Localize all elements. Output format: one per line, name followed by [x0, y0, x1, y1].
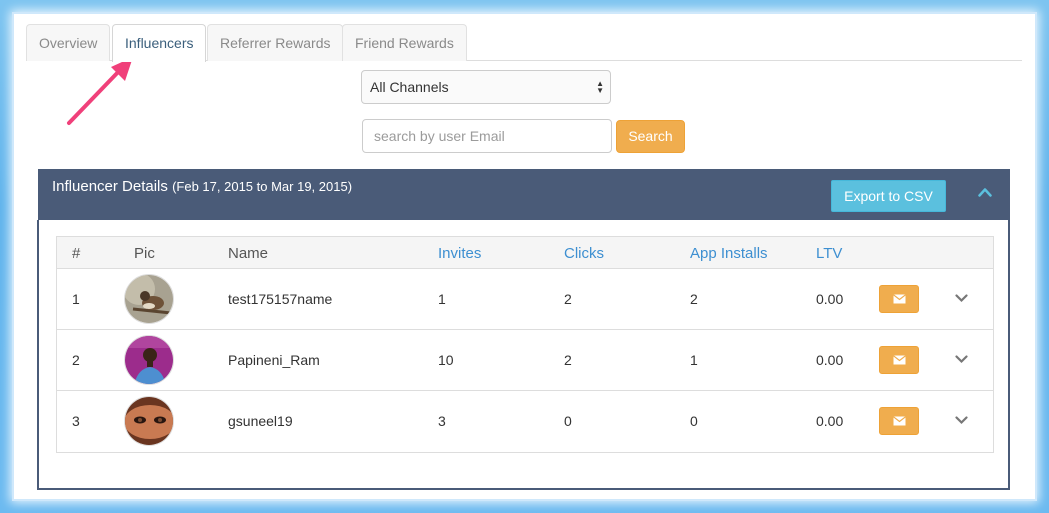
row-name: Papineni_Ram	[228, 352, 320, 368]
select-caret-icon: ▲ ▼	[596, 79, 604, 95]
avatar	[124, 274, 174, 324]
export-csv-button[interactable]: Export to CSV	[831, 180, 946, 212]
row-name: gsuneel19	[228, 413, 293, 429]
email-button[interactable]	[879, 407, 919, 435]
row-ltv: 0.00	[816, 352, 844, 368]
row-app-installs: 1	[690, 352, 698, 368]
row-ltv: 0.00	[816, 291, 844, 307]
email-button[interactable]	[879, 285, 919, 313]
col-header-clicks[interactable]: Clicks	[564, 245, 604, 262]
email-button[interactable]	[879, 346, 919, 374]
tab-bar: Overview Influencers Referrer Rewards Fr…	[26, 24, 1022, 62]
envelope-icon	[893, 416, 906, 426]
email-search-input[interactable]	[362, 119, 612, 153]
table-row: 3 gsuneel19 3 0 0 0.00	[57, 391, 993, 452]
row-app-installs: 0	[690, 413, 698, 429]
tab-referrer-rewards[interactable]: Referrer Rewards	[207, 24, 344, 61]
envelope-icon	[893, 294, 906, 304]
row-ltv: 0.00	[816, 413, 844, 429]
row-invites: 3	[438, 413, 446, 429]
collapse-chevron-up-icon[interactable]	[978, 187, 992, 197]
influencer-table: # Pic Name Invites Clicks App Installs L…	[56, 236, 994, 453]
panel-title: Influencer Details (Feb 17, 2015 to Mar …	[52, 178, 352, 195]
avatar	[124, 335, 174, 385]
chevron-down-icon[interactable]	[955, 294, 968, 303]
chevron-down-icon[interactable]	[955, 416, 968, 425]
influencer-panel-header: Influencer Details (Feb 17, 2015 to Mar …	[38, 169, 1010, 220]
app-window: Overview Influencers Referrer Rewards Fr…	[14, 14, 1035, 499]
panel-title-text: Influencer Details	[52, 178, 168, 195]
avatar	[124, 396, 174, 446]
chevron-down-icon[interactable]	[955, 355, 968, 364]
row-clicks: 0	[564, 413, 572, 429]
row-clicks: 2	[564, 291, 572, 307]
table-header: # Pic Name Invites Clicks App Installs L…	[57, 237, 993, 269]
row-app-installs: 2	[690, 291, 698, 307]
annotation-arrow	[67, 57, 133, 125]
envelope-icon	[893, 355, 906, 365]
row-invites: 1	[438, 291, 446, 307]
tab-friend-rewards[interactable]: Friend Rewards	[342, 24, 467, 61]
col-header-number: #	[72, 245, 81, 262]
row-number: 2	[72, 352, 80, 368]
channel-select-value: All Channels	[370, 79, 449, 95]
row-name: test175157name	[228, 291, 333, 307]
row-clicks: 2	[564, 352, 572, 368]
row-number: 3	[72, 413, 80, 429]
col-header-pic: Pic	[134, 245, 155, 262]
table-row: 1 test175157name 1 2 2 0.00	[57, 269, 993, 330]
search-button[interactable]: Search	[616, 120, 685, 153]
col-header-app-installs[interactable]: App Installs	[690, 245, 768, 262]
row-invites: 10	[438, 352, 454, 368]
table-row: 2 Papineni_Ram 10 2 1 0.00	[57, 330, 993, 391]
row-number: 1	[72, 291, 80, 307]
col-header-name: Name	[228, 245, 269, 262]
influencer-panel-body: # Pic Name Invites Clicks App Installs L…	[37, 220, 1010, 490]
channel-select[interactable]: All Channels ▲ ▼	[361, 70, 611, 104]
col-header-invites[interactable]: Invites	[438, 245, 481, 262]
tab-influencers[interactable]: Influencers	[112, 24, 207, 62]
panel-date-range: (Feb 17, 2015 to Mar 19, 2015)	[172, 179, 353, 194]
col-header-ltv[interactable]: LTV	[816, 245, 842, 262]
